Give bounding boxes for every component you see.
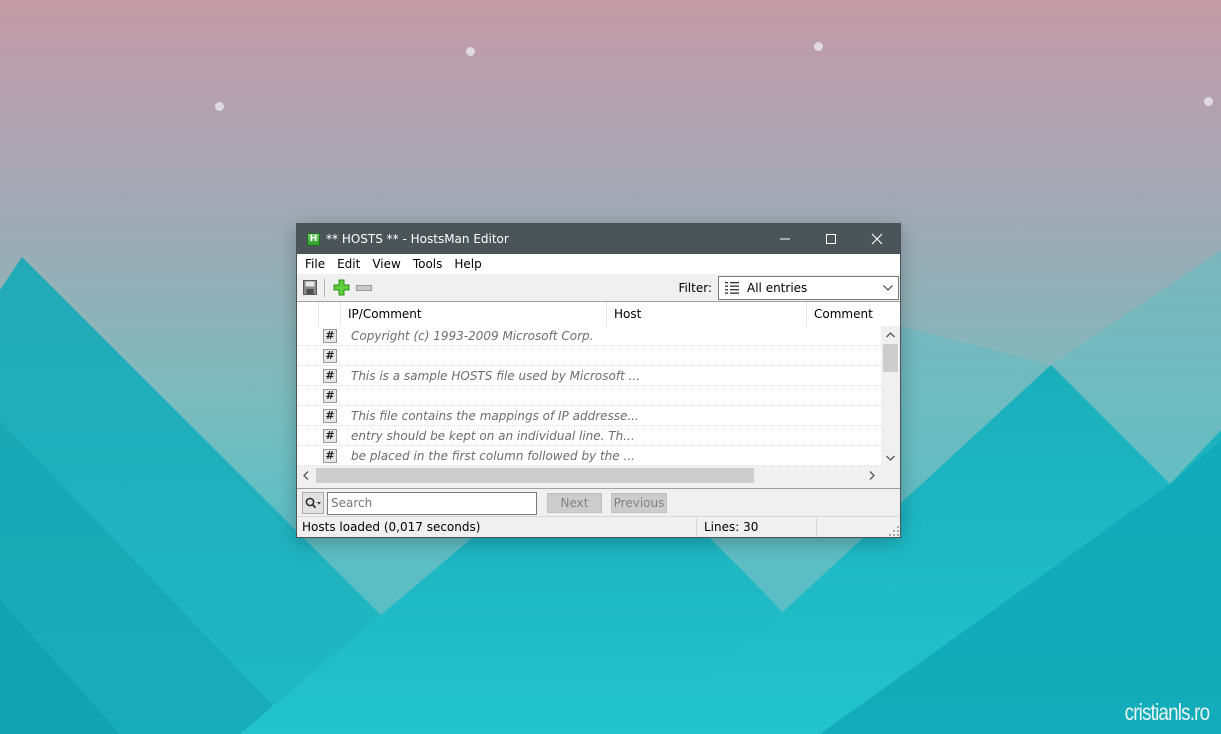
maximize-button[interactable] (808, 224, 854, 254)
chevron-left-icon (303, 471, 309, 480)
scroll-down-button[interactable] (881, 449, 900, 466)
window-title: ** HOSTS ** - HostsMan Editor (326, 232, 509, 246)
column-header-type[interactable] (319, 302, 341, 326)
row-text: entry should be kept on an individual li… (351, 428, 635, 443)
column-header-blank (297, 302, 319, 326)
star-dot (814, 42, 823, 51)
minimize-icon (780, 238, 790, 240)
table-row[interactable]: # be placed in the first column followed … (297, 446, 881, 466)
close-icon (871, 233, 883, 245)
table-row[interactable]: # entry should be kept on an individual l… (297, 426, 881, 446)
menu-bar: File Edit View Tools Help (297, 254, 900, 274)
menu-edit[interactable]: Edit (331, 254, 366, 274)
add-entry-button[interactable] (331, 278, 351, 298)
remove-entry-button[interactable] (354, 278, 374, 298)
app-icon: H (307, 232, 320, 246)
column-header-comment[interactable]: Comment (807, 302, 900, 326)
chevron-down-icon (886, 455, 895, 461)
horizontal-scroll-thumb[interactable] (316, 468, 754, 483)
close-button[interactable] (854, 224, 900, 254)
scroll-right-button[interactable] (863, 466, 881, 485)
scroll-left-button[interactable] (297, 466, 315, 485)
resize-grip-icon[interactable] (889, 526, 899, 536)
status-bar: Hosts loaded (0,017 seconds) Lines: 30 (297, 516, 900, 537)
maximize-icon (826, 234, 836, 244)
table-row[interactable]: # Copyright (c) 1993-2009 Microsoft Corp. (297, 326, 881, 346)
remove-icon (356, 284, 372, 291)
hostsman-editor-window: H ** HOSTS ** - HostsMan Editor File Edi… (296, 223, 901, 538)
table-row[interactable]: # This file contains the mappings of IP a… (297, 406, 881, 426)
chevron-up-icon (886, 331, 895, 337)
hosts-grid: IP/Comment Host Comment # Copyright (c) 1… (297, 302, 900, 489)
star-dot (466, 47, 475, 56)
filter-value: All entries (747, 281, 808, 295)
vertical-scrollbar[interactable] (881, 326, 900, 466)
star-dot (215, 102, 224, 111)
comment-marker-icon: # (323, 328, 337, 343)
menu-help[interactable]: Help (448, 254, 487, 274)
column-header-ip-comment[interactable]: IP/Comment (341, 302, 607, 326)
menu-tools[interactable]: Tools (407, 254, 449, 274)
scroll-up-button[interactable] (881, 326, 900, 343)
row-text: be placed in the first column followed b… (351, 448, 635, 463)
status-line-count: Lines: 30 (697, 517, 817, 537)
filter-label: Filter: (678, 281, 712, 295)
comment-marker-icon: # (323, 348, 337, 363)
search-icon (305, 497, 321, 509)
table-row[interactable]: # (297, 346, 881, 366)
table-row[interactable]: # This is a sample HOSTS file used by Mic… (297, 366, 881, 386)
row-text: This file contains the mappings of IP ad… (351, 408, 639, 423)
vertical-scroll-thumb[interactable] (883, 344, 898, 372)
column-header-host[interactable]: Host (607, 302, 807, 326)
toolbar: Filter: All entries (297, 274, 900, 302)
toolbar-separator (324, 278, 325, 297)
comment-marker-icon: # (323, 368, 337, 383)
comment-marker-icon: # (323, 388, 337, 403)
scrollbar-corner (881, 466, 900, 485)
watermark: cristianls.ro (1124, 699, 1210, 725)
comment-marker-icon: # (323, 448, 337, 463)
search-bar: Next Previous (297, 489, 900, 517)
comment-marker-icon: # (323, 408, 337, 423)
grid-rows: # Copyright (c) 1993-2009 Microsoft Corp.… (297, 326, 881, 466)
title-bar[interactable]: H ** HOSTS ** - HostsMan Editor (297, 224, 900, 254)
search-input[interactable] (327, 491, 537, 515)
filter-dropdown[interactable]: All entries (718, 276, 899, 300)
horizontal-scrollbar[interactable] (297, 466, 881, 485)
list-icon (725, 282, 739, 294)
comment-marker-icon: # (323, 428, 337, 443)
star-dot (1204, 97, 1213, 106)
chevron-right-icon (869, 471, 875, 480)
add-icon (333, 279, 349, 296)
minimize-button[interactable] (762, 224, 808, 254)
table-row[interactable]: # (297, 386, 881, 406)
next-button[interactable]: Next (547, 493, 602, 513)
status-message: Hosts loaded (0,017 seconds) (297, 517, 697, 537)
chevron-down-icon (883, 285, 893, 291)
menu-view[interactable]: View (366, 254, 406, 274)
row-text: Copyright (c) 1993-2009 Microsoft Corp. (351, 328, 594, 343)
search-options-button[interactable] (302, 492, 324, 514)
grid-header: IP/Comment Host Comment (297, 302, 900, 326)
row-text: This is a sample HOSTS file used by Micr… (351, 368, 641, 383)
menu-file[interactable]: File (299, 254, 331, 274)
save-icon (303, 280, 317, 295)
save-button[interactable] (300, 278, 320, 298)
previous-button[interactable]: Previous (611, 493, 667, 513)
